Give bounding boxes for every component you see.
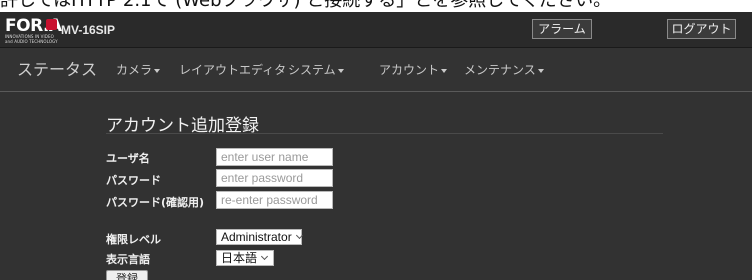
chevron-down-icon [295, 231, 303, 240]
nav-item-maintenance[interactable]: メンテナンス [464, 48, 544, 92]
register-button[interactable]: 登録 [106, 270, 148, 280]
chevron-down-icon [260, 252, 269, 261]
nav-item-camera[interactable]: カメラ [116, 48, 161, 92]
device-model: MV-16SIP [61, 23, 116, 37]
nav-item-label: メンテナンス [464, 63, 536, 77]
main-nav: ステータス カメラ レイアウトエディタ システム アカウント メンテナンス [0, 48, 752, 92]
username-input[interactable] [216, 148, 333, 166]
nav-item-status[interactable]: ステータス [17, 48, 97, 92]
nav-item-label: アカウント [379, 63, 440, 77]
nav-item-system[interactable]: システム [288, 48, 344, 92]
brand-logo: FOR.A INNOVATIONS IN VIDEO and AUDIO TEC… [5, 18, 62, 45]
language-select-value: 日本語 [221, 251, 258, 265]
password-confirm-label: パスワード(確認用) [106, 196, 205, 209]
logo-mark-icon [46, 19, 57, 30]
language-select[interactable]: 日本語 [216, 250, 274, 266]
nav-item-label: システム [288, 63, 336, 77]
logout-button[interactable]: ログアウト [667, 19, 736, 39]
logo-tagline-2: and AUDIO TECHNOLOGY [5, 39, 58, 44]
privilege-select[interactable]: Administrator [216, 229, 303, 245]
alarm-button[interactable]: アラーム [532, 19, 592, 39]
nav-item-label: カメラ [116, 63, 153, 77]
banner-text: 許してはHTTP 2.1で (Webブラウザ) と接続する」とを参照してください… [0, 0, 612, 11]
privilege-label: 権限レベル [106, 233, 161, 246]
password-input[interactable] [216, 169, 333, 187]
nav-item-label: レイアウトエディタ [179, 63, 287, 77]
username-label: ユーザ名 [106, 152, 150, 165]
nav-item-label: ステータス [17, 60, 98, 79]
password-confirm-input[interactable] [216, 191, 333, 209]
app-header: FOR.A INNOVATIONS IN VIDEO and AUDIO TEC… [0, 12, 752, 48]
language-label: 表示言語 [106, 253, 150, 266]
page-banner-text: 許してはHTTP 2.1で (Webブラウザ) と接続する」とを参照してください… [0, 0, 752, 12]
password-label: パスワード [106, 174, 161, 187]
privilege-select-value: Administrator [221, 230, 292, 244]
nav-item-layout-editor[interactable]: レイアウトエディタ [179, 48, 286, 92]
caret-down-icon [337, 68, 344, 73]
content-panel: アカウント追加登録 ユーザ名 パスワード パスワード(確認用) 権限レベル Ad… [0, 92, 752, 280]
caret-down-icon [441, 68, 448, 73]
caret-down-icon [154, 68, 161, 73]
caret-down-icon [537, 68, 544, 73]
nav-item-account[interactable]: アカウント [379, 48, 448, 92]
title-divider [106, 133, 663, 134]
